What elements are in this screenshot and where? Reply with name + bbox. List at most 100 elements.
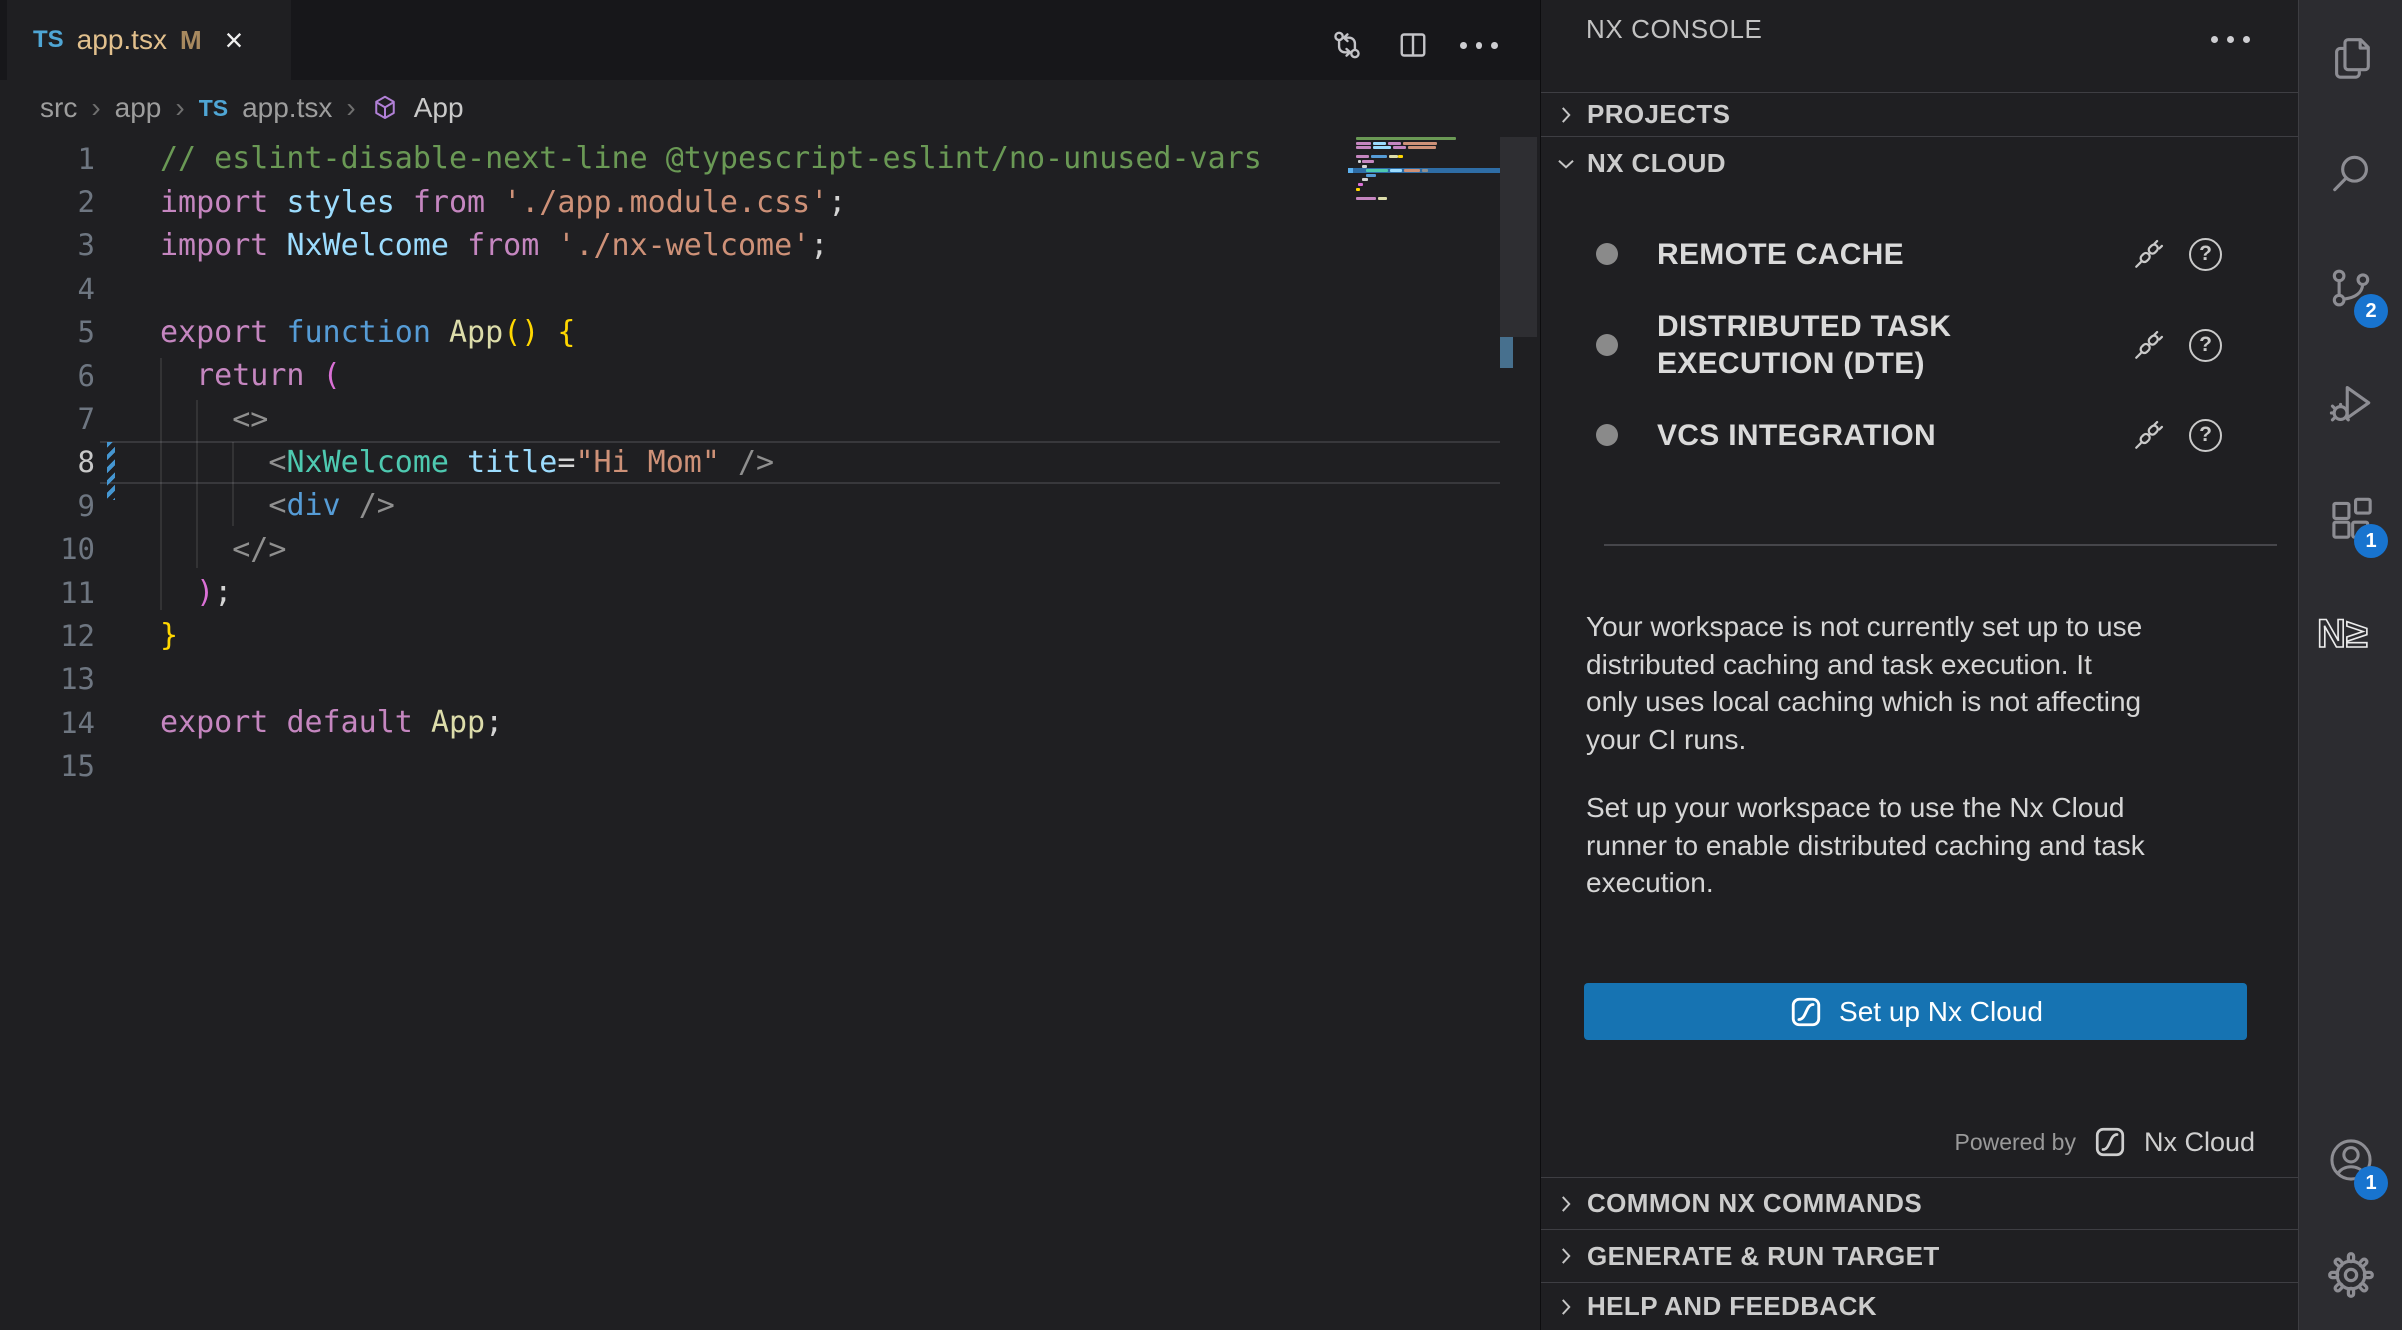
section-projects[interactable]: PROJECTS xyxy=(1541,92,2299,136)
breadcrumb-item-symbol[interactable]: App xyxy=(414,92,464,124)
section-label: NX CLOUD xyxy=(1587,148,1726,179)
code-line[interactable]: 11 ); xyxy=(0,571,1540,614)
connect-icon[interactable] xyxy=(2131,417,2167,453)
cloud-item-dte: DISTRIBUTED TASK EXECUTION (DTE) ? xyxy=(1541,308,2299,384)
cloud-item-label: VCS INTEGRATION xyxy=(1657,417,2017,454)
activity-run-debug[interactable] xyxy=(2299,358,2402,448)
tab-filename: app.tsx xyxy=(77,24,167,56)
status-dot-icon xyxy=(1596,243,1618,265)
line-number: 3 xyxy=(0,228,95,262)
activity-extensions[interactable]: 1 xyxy=(2299,473,2402,563)
indent-guide xyxy=(232,442,234,526)
line-number: 6 xyxy=(0,359,95,393)
section-common-nx-commands[interactable]: COMMON NX COMMANDS xyxy=(1541,1177,2299,1229)
indent-guide xyxy=(196,400,198,568)
editor-scrollbar[interactable] xyxy=(1500,137,1537,337)
line-number: 1 xyxy=(0,142,95,176)
line-number: 9 xyxy=(0,489,95,523)
line-number: 12 xyxy=(0,619,95,653)
panel-title: NX CONSOLE xyxy=(1586,0,1763,58)
code-line[interactable]: 7 <> xyxy=(0,397,1540,440)
connect-icon[interactable] xyxy=(2131,236,2167,272)
editor-region: TS app.tsx M × src › app › xyxy=(0,0,1540,1330)
cloud-setup-hint: Set up your workspace to use the Nx Clou… xyxy=(1586,789,2276,902)
code-line[interactable]: 13 xyxy=(0,658,1540,701)
code-line[interactable]: 4 xyxy=(0,267,1540,310)
scrollbar-modified-marker xyxy=(1500,337,1513,368)
help-icon[interactable]: ? xyxy=(2189,419,2222,452)
cloud-item-label: DISTRIBUTED TASK EXECUTION (DTE) xyxy=(1657,308,2017,382)
panel-more-actions-icon[interactable] xyxy=(2211,36,2250,43)
code-line[interactable]: 6 return ( xyxy=(0,354,1540,397)
section-generate-run-target[interactable]: GENERATE & RUN TARGET xyxy=(1541,1229,2299,1282)
svg-text:N≥: N≥ xyxy=(2317,612,2368,656)
open-changes-icon[interactable] xyxy=(1328,26,1366,64)
code-line[interactable]: 15 xyxy=(0,744,1540,787)
code-line[interactable]: 10 </> xyxy=(0,528,1540,571)
section-nx-cloud[interactable]: NX CLOUD xyxy=(1541,136,2299,190)
cloud-item-label: REMOTE CACHE xyxy=(1657,236,2017,273)
code-line[interactable]: 3import NxWelcome from './nx-welcome'; xyxy=(0,224,1540,267)
line-number: 5 xyxy=(0,315,95,349)
split-editor-icon[interactable] xyxy=(1394,26,1432,64)
help-icon[interactable]: ? xyxy=(2189,238,2222,271)
chevron-right-icon: › xyxy=(175,92,184,124)
section-help-and-feedback[interactable]: HELP AND FEEDBACK xyxy=(1541,1282,2299,1330)
line-number: 10 xyxy=(0,532,95,566)
code-line[interactable]: 8 <NxWelcome title="Hi Mom" /> xyxy=(0,441,1540,484)
source-control-badge: 2 xyxy=(2354,294,2388,328)
activity-nx-console[interactable]: N≥ xyxy=(2299,588,2402,678)
help-icon[interactable]: ? xyxy=(2189,329,2222,362)
chevron-down-icon xyxy=(1553,151,1579,177)
section-label: PROJECTS xyxy=(1587,99,1730,130)
activity-source-control[interactable]: 2 xyxy=(2299,243,2402,333)
code-line[interactable]: 1// eslint-disable-next-line @typescript… xyxy=(0,137,1540,180)
section-label: HELP AND FEEDBACK xyxy=(1587,1291,1877,1322)
tab-app-tsx[interactable]: TS app.tsx M × xyxy=(7,0,291,80)
code-area[interactable]: 1// eslint-disable-next-line @typescript… xyxy=(0,137,1540,788)
indent-guide xyxy=(160,358,162,610)
breadcrumb-item-src[interactable]: src xyxy=(40,92,77,124)
editor-toolbar xyxy=(1328,22,1498,68)
nx-console-icon: N≥ xyxy=(2313,607,2389,659)
run-debug-icon xyxy=(2326,378,2376,428)
extensions-badge: 1 xyxy=(2354,524,2388,558)
divider xyxy=(1604,544,2277,546)
tab-bar: TS app.tsx M × xyxy=(0,0,1540,80)
code-line[interactable]: 5export function App() { xyxy=(0,311,1540,354)
activity-settings[interactable] xyxy=(2299,1230,2402,1320)
ts-icon: TS xyxy=(199,95,228,122)
chevron-right-icon: › xyxy=(91,92,100,124)
breadcrumb-item-app[interactable]: app xyxy=(115,92,162,124)
more-actions-icon[interactable] xyxy=(1460,26,1498,64)
activity-search[interactable] xyxy=(2299,128,2402,218)
line-number: 7 xyxy=(0,402,95,436)
chevron-right-icon xyxy=(1553,102,1579,128)
line-number: 2 xyxy=(0,185,95,219)
code-line[interactable]: 12} xyxy=(0,614,1540,657)
powered-by-label: Powered by xyxy=(1954,1129,2075,1156)
close-tab-icon[interactable]: × xyxy=(225,24,244,56)
connect-icon[interactable] xyxy=(2131,327,2167,363)
nx-console-panel: NX CONSOLE PROJECTS NX CLOUD REMOTE CACH… xyxy=(1540,0,2298,1330)
breadcrumb-item-file[interactable]: app.tsx xyxy=(242,92,332,124)
section-label: COMMON NX COMMANDS xyxy=(1587,1188,1922,1219)
setup-button-label: Set up Nx Cloud xyxy=(1839,996,2043,1028)
powered-by: Powered by Nx Cloud xyxy=(1954,1124,2255,1160)
chevron-right-icon xyxy=(1553,1191,1579,1217)
activity-account[interactable]: 1 xyxy=(2299,1115,2402,1205)
nx-cloud-icon xyxy=(1788,994,1824,1030)
section-label: GENERATE & RUN TARGET xyxy=(1587,1241,1940,1272)
setup-nx-cloud-button[interactable]: Set up Nx Cloud xyxy=(1584,983,2247,1040)
line-number: 8 xyxy=(0,445,95,479)
minimap[interactable] xyxy=(1348,137,1500,347)
status-dot-icon xyxy=(1596,424,1618,446)
code-line[interactable]: 14export default App; xyxy=(0,701,1540,744)
code-line[interactable]: 9 <div /> xyxy=(0,484,1540,527)
cloud-item-remote-cache: REMOTE CACHE ? xyxy=(1541,234,2299,274)
nx-cloud-brand-label: Nx Cloud xyxy=(2144,1127,2255,1158)
code-line[interactable]: 2import styles from './app.module.css'; xyxy=(0,180,1540,223)
line-number: 14 xyxy=(0,706,95,740)
activity-explorer[interactable] xyxy=(2299,13,2402,103)
symbol-cube-icon xyxy=(370,93,400,123)
